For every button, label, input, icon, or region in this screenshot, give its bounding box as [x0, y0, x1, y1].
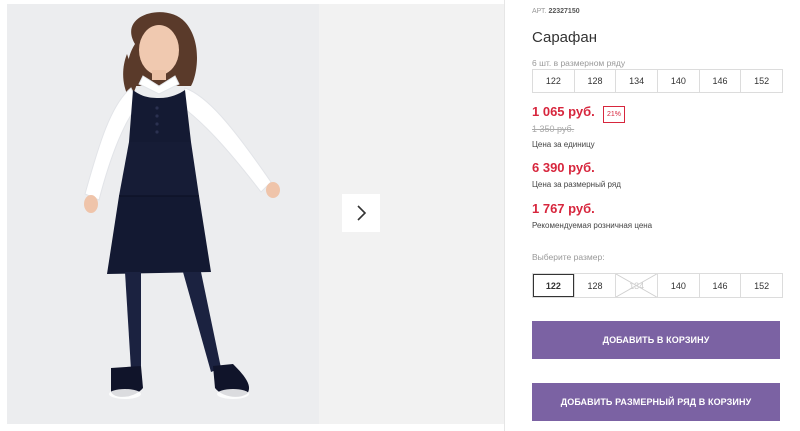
- product-photo[interactable]: [7, 4, 319, 424]
- gallery-next-button[interactable]: [342, 194, 380, 232]
- chevron-right-icon: [357, 205, 367, 221]
- pack-size-cell: 140: [657, 70, 699, 92]
- product-gallery: [0, 0, 504, 431]
- sku-value: 22327150: [548, 8, 580, 15]
- product-title: Сарафан: [532, 29, 597, 46]
- size-option-128[interactable]: 128: [573, 274, 616, 297]
- old-price: 1 350 руб.: [532, 124, 575, 134]
- add-to-cart-button[interactable]: ДОБАВИТЬ В КОРЗИНУ: [532, 321, 780, 359]
- unit-price: 1 065 руб.: [532, 104, 595, 119]
- discount-badge: 21%: [603, 106, 626, 123]
- retail-price: 1 767 руб.: [532, 201, 595, 216]
- retail-price-caption: Рекомендуемая розничная цена: [532, 221, 653, 230]
- pack-note: 6 шт. в размерном ряду: [532, 58, 626, 68]
- pack-price-caption: Цена за размерный ряд: [532, 180, 621, 189]
- product-photo-illustration: [84, 12, 280, 399]
- unavailable-cross-icon: [616, 274, 658, 297]
- unit-price-caption: Цена за единицу: [532, 140, 595, 149]
- panel-divider: [504, 0, 505, 431]
- pack-price: 6 390 руб.: [532, 160, 595, 175]
- pack-size-cell: 134: [615, 70, 657, 92]
- size-option-134: 134: [615, 274, 658, 297]
- choose-size-label: Выберите размер:: [532, 252, 605, 262]
- pack-size-cell: 128: [573, 70, 616, 92]
- product-sku: АРТ. 22327150: [532, 8, 580, 15]
- size-option-146[interactable]: 146: [698, 274, 741, 297]
- size-option-122[interactable]: 122: [533, 274, 574, 297]
- pack-size-cell: 146: [698, 70, 741, 92]
- size-selector: 122 128 134 140 146 152: [532, 273, 783, 298]
- add-pack-to-cart-button[interactable]: ДОБАВИТЬ РАЗМЕРНЫЙ РЯД В КОРЗИНУ: [532, 383, 780, 421]
- pack-size-cell: 122: [545, 76, 561, 86]
- pack-sizes-row: 122 128 134 140 146 152: [532, 69, 783, 93]
- size-option-152[interactable]: 152: [740, 274, 782, 297]
- sku-label: АРТ.: [532, 8, 547, 15]
- size-option-140[interactable]: 140: [657, 274, 699, 297]
- pack-size-cell: 152: [740, 70, 782, 92]
